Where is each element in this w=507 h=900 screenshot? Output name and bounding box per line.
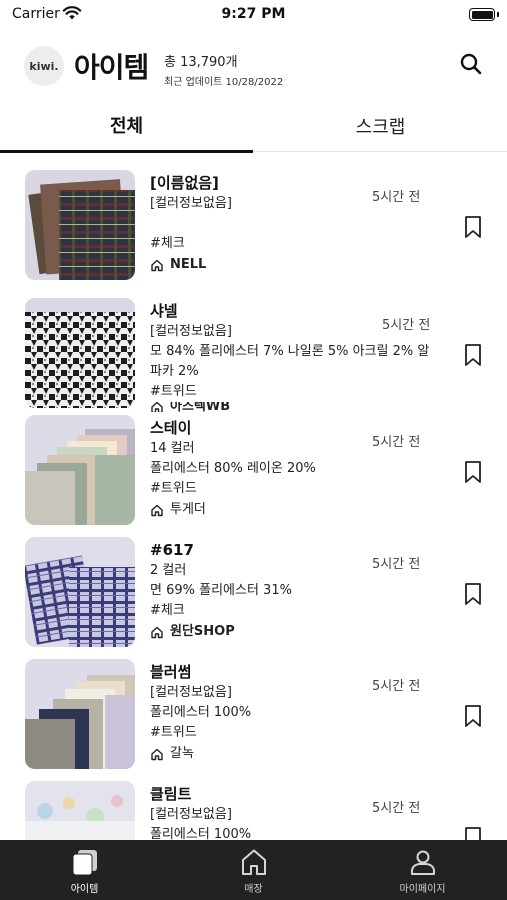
item-composition: 폴리에스터 100% (150, 827, 252, 840)
kiwi-logo: kiwi. (24, 46, 64, 86)
shop-name: 원단SHOP (170, 624, 235, 639)
page-header: kiwi. 아이템 총 13,790개 최근 업데이트 10/28/2022 (0, 44, 507, 92)
bookmark-icon[interactable] (463, 704, 483, 728)
page-title: 아이템 (74, 51, 149, 84)
list-item[interactable]: 스테이 14 컬러 폴리에스터 80% 레이온 20% #트위드 투게더 5시간… (0, 405, 507, 525)
fabric-thumbnail (25, 537, 135, 647)
list-item[interactable]: 블러썸 [컬러정보없음] 폴리에스터 100% #트위드 갈녹 5시간 전 (0, 649, 507, 769)
tabbar-item-items[interactable]: 아이템 (0, 840, 169, 900)
list-item[interactable]: 클림트 [컬러정보없음] 폴리에스터 100% 5시간 전 (0, 771, 507, 840)
item-time: 5시간 전 (372, 801, 421, 816)
item-composition: 폴리에스터 100% (150, 705, 252, 720)
item-meta: 총 13,790개 최근 업데이트 10/28/2022 (164, 51, 283, 88)
tabbar-label: 매장 (244, 884, 263, 895)
shop-name: 투게더 (170, 502, 206, 517)
item-shop[interactable]: 투게더 (150, 499, 440, 521)
item-tag: #트위드 (150, 725, 197, 740)
bookmark-icon[interactable] (463, 343, 483, 367)
bookmark-icon[interactable] (463, 215, 483, 239)
item-time: 5시간 전 (372, 557, 421, 572)
last-updated: 최근 업데이트 10/28/2022 (164, 77, 284, 88)
item-time: 5시간 전 (372, 190, 421, 205)
fabric-thumbnail (25, 298, 135, 408)
item-count: 총 13,790개 (164, 55, 238, 70)
item-composition: 모 84% 폴리에스터 7% 나일론 5% 아크릴 2% 알 (150, 344, 430, 359)
status-bar: Carrier 9:27 PM (0, 0, 507, 30)
list-item[interactable]: #617 2 컬러 면 69% 폴리에스터 31% #체크 원단SHOP 5시간… (0, 527, 507, 647)
fabric-thumbnail (25, 170, 135, 280)
cards-icon (72, 850, 97, 876)
bookmark-icon[interactable] (463, 582, 483, 606)
bookmark-icon[interactable] (463, 460, 483, 484)
tabbar-item-store[interactable]: 매장 (169, 840, 338, 900)
fabric-thumbnail (25, 781, 135, 840)
item-tag: #트위드 (150, 384, 197, 399)
item-composition (150, 214, 440, 234)
tabbar-item-mypage[interactable]: 마이페이지 (338, 840, 507, 900)
tab-all[interactable]: 전체 (0, 100, 253, 153)
list-item[interactable]: 샤넬 [컬러정보없음] 모 84% 폴리에스터 7% 나일론 5% 아크릴 2%… (0, 288, 507, 412)
battery-icon (469, 8, 499, 21)
shop-home-icon (151, 748, 163, 761)
item-tag: #트위드 (150, 481, 197, 496)
item-shop[interactable]: NELL (150, 254, 440, 276)
home-icon (241, 849, 266, 875)
item-composition: 면 69% 폴리에스터 31% (150, 583, 292, 598)
item-time: 5시간 전 (382, 318, 431, 333)
item-composition-cont: 파카 2% (150, 364, 199, 379)
tab-bar-top: 전체 스크랩 (0, 100, 507, 153)
tab-scrap[interactable]: 스크랩 (254, 100, 507, 152)
item-tag: #체크 (150, 236, 185, 251)
shop-home-icon (151, 259, 163, 272)
list-item[interactable]: [이름없음] [컬러정보없음] #체크 NELL 5시간 전 (0, 160, 507, 280)
fabric-thumbnail (25, 659, 135, 769)
shop-home-icon (151, 504, 163, 517)
item-list[interactable]: [이름없음] [컬러정보없음] #체크 NELL 5시간 전 샤넬 [컬러정보없… (0, 160, 507, 840)
shop-name: NELL (170, 257, 207, 272)
item-time: 5시간 전 (372, 435, 421, 450)
shop-home-icon (151, 626, 163, 639)
search-icon[interactable] (459, 52, 483, 76)
person-icon (410, 850, 435, 875)
tabbar-label: 아이템 (70, 884, 99, 895)
item-shop[interactable]: 갈녹 (150, 743, 440, 765)
fabric-thumbnail (25, 415, 135, 525)
bookmark-icon[interactable] (463, 826, 483, 840)
shop-name: 갈녹 (170, 746, 194, 761)
item-composition: 폴리에스터 80% 레이온 20% (150, 461, 316, 476)
clock: 9:27 PM (221, 6, 286, 22)
item-tag: #체크 (150, 603, 185, 618)
item-shop[interactable]: 원단SHOP (150, 621, 440, 643)
bottom-tab-bar: 아이템 매장 마이페이지 (0, 840, 507, 900)
tabbar-label: 마이페이지 (399, 884, 446, 895)
item-time: 5시간 전 (372, 679, 421, 694)
